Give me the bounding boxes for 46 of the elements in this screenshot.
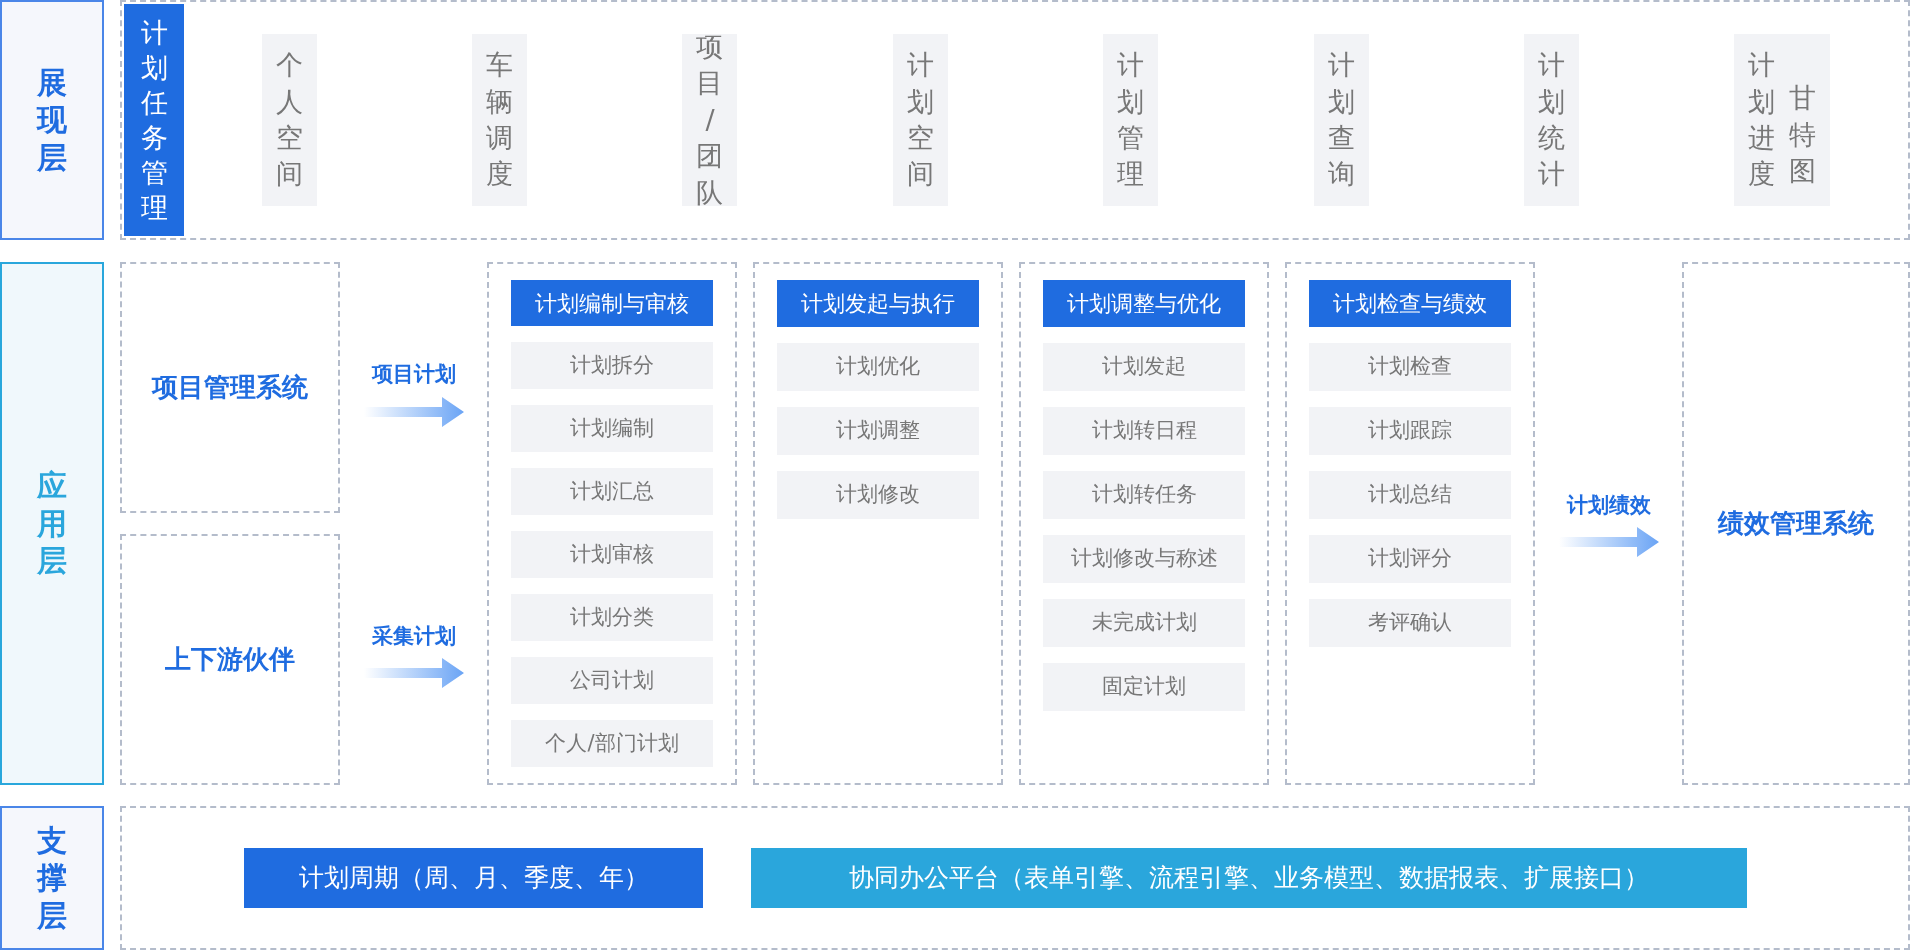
flow-label: 计划绩效 (1566, 491, 1651, 519)
function-item: 计划发起 (1043, 343, 1245, 391)
module-header: 计划编制与审核 (511, 280, 713, 326)
module-label: 甘特图 (1789, 81, 1817, 189)
module-header: 计划发起与执行 (777, 280, 979, 327)
function-item: 计划分类 (511, 594, 713, 641)
function-item: 计划优化 (777, 343, 979, 391)
function-item: 计划转日程 (1043, 407, 1245, 455)
function-item: 计划转任务 (1043, 471, 1245, 519)
function-item: 计划总结 (1309, 471, 1511, 519)
platform-bar: 协同办公平台（表单引擎、流程引擎、业务模型、数据报表、扩展接口） (751, 848, 1747, 908)
function-item: 计划检查 (1309, 343, 1511, 391)
layer-label: 支撑层 (37, 821, 67, 935)
module-header: 计划检查与绩效 (1309, 280, 1511, 327)
module-label: 计划统计 (1537, 48, 1565, 192)
module-label: 车辆调度 (486, 48, 514, 192)
function-item: 考评确认 (1309, 599, 1511, 647)
function-item: 固定计划 (1043, 663, 1245, 711)
module-label: 个人空间 (275, 48, 303, 192)
module-label: 计划管理 (1117, 48, 1145, 192)
layer-label: 展现层 (37, 63, 67, 177)
function-item: 未完成计划 (1043, 599, 1245, 647)
function-item: 计划审核 (511, 531, 713, 578)
flow-label: 采集计划 (371, 622, 456, 650)
layer-label: 应用层 (37, 467, 67, 580)
function-item: 计划拆分 (511, 342, 713, 389)
function-item: 计划调整 (777, 407, 979, 455)
function-item: 计划跟踪 (1309, 407, 1511, 455)
module-label: 计划进度 (1748, 48, 1776, 192)
module-label: 计划空间 (906, 48, 934, 192)
source-system-name: 项目管理系统 (152, 371, 308, 404)
section-title: 计划任务管理 (140, 15, 168, 226)
function-item: 公司计划 (511, 657, 713, 704)
function-item: 计划编制 (511, 405, 713, 452)
source-system-name: 上下游伙伴 (165, 643, 295, 676)
flow-label: 项目计划 (371, 361, 456, 388)
function-item: 个人/部门计划 (511, 720, 713, 767)
function-item: 计划评分 (1309, 535, 1511, 583)
target-system-name: 绩效管理系统 (1718, 507, 1874, 540)
function-item: 计划修改与称述 (1043, 535, 1245, 583)
function-item: 计划汇总 (511, 468, 713, 515)
module-label: 项目/团队 (696, 29, 724, 210)
platform-bar: 计划周期（周、月、季度、年） (244, 848, 703, 908)
function-item: 计划修改 (777, 471, 979, 519)
module-header: 计划调整与优化 (1043, 280, 1245, 327)
module-label: 计划查询 (1327, 48, 1355, 192)
